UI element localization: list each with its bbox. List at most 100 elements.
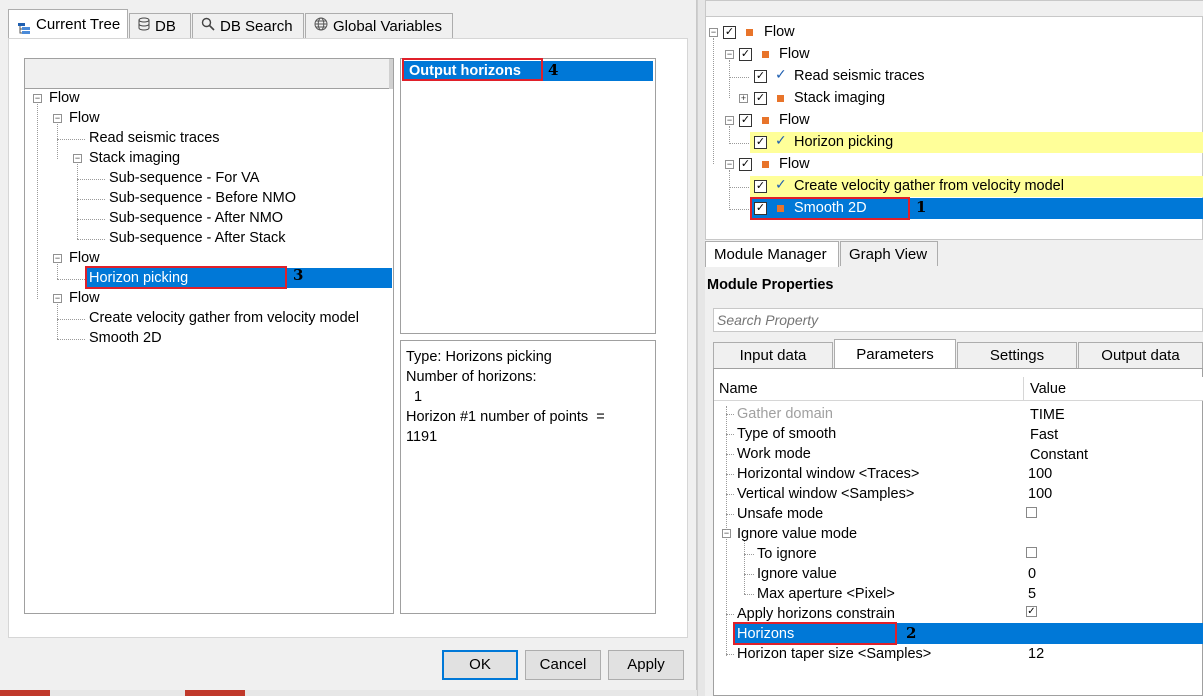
tree-item-subsequence[interactable]: Sub-sequence - After NMO <box>109 208 283 228</box>
tree-item-subsequence[interactable]: Sub-sequence - For VA <box>109 168 259 188</box>
prop-value-work-mode[interactable]: Constant <box>1030 445 1088 465</box>
tree-item-subsequence[interactable]: Sub-sequence - Before NMO <box>109 188 296 208</box>
prop-value-vertical-window[interactable]: 100 <box>1028 484 1052 504</box>
unsafe-mode-checkbox[interactable] <box>1026 507 1037 518</box>
flow-c-checkbox[interactable]: ✓ <box>739 158 752 171</box>
column-header-name[interactable]: Name <box>719 381 758 397</box>
tree-header-divider <box>389 59 393 89</box>
prop-value-gather-domain[interactable]: TIME <box>1030 405 1065 425</box>
globe-icon <box>314 14 328 39</box>
tree-item-flow-2[interactable]: Flow <box>69 248 100 268</box>
expand-toggle[interactable]: − <box>725 116 734 125</box>
prop-name-horizontal-window: Horizontal window <Traces> <box>737 466 920 482</box>
tree-item-read-seismic[interactable]: Read seismic traces <box>89 128 220 148</box>
tab-db-search[interactable]: DB Search <box>192 13 304 39</box>
check-icon: ✓ <box>775 176 787 192</box>
prop-value-horizon-taper-size[interactable]: 12 <box>1028 644 1044 664</box>
annotation-marker-4: 4 <box>548 61 559 79</box>
horizon-picking-checkbox[interactable]: ✓ <box>754 136 767 149</box>
flow-a-checkbox[interactable]: ✓ <box>739 48 752 61</box>
tab-module-manager[interactable]: Module Manager <box>705 241 839 267</box>
expand-toggle[interactable]: + <box>739 94 748 103</box>
tab-db[interactable]: DB <box>129 13 191 39</box>
apply-horizons-constrain-checkbox[interactable]: ✓ <box>1026 606 1037 617</box>
tab-global-variables[interactable]: Global Variables <box>305 13 453 39</box>
tab-graph-view[interactable]: Graph View <box>840 241 938 266</box>
tab-settings[interactable]: Settings <box>957 342 1077 368</box>
create-velocity-checkbox[interactable]: ✓ <box>754 180 767 193</box>
tree-icon <box>17 18 31 34</box>
tab-output-data[interactable]: Output data <box>1078 342 1203 368</box>
tab-label: Input data <box>739 347 807 364</box>
check-icon: ✓ <box>775 66 787 82</box>
prop-name-to-ignore: To ignore <box>757 546 817 562</box>
expand-toggle[interactable]: − <box>33 94 42 103</box>
module-icon <box>777 95 784 102</box>
prop-name-apply-horizons-constrain: Apply horizons constrain <box>737 606 895 622</box>
module-icon <box>762 51 769 58</box>
expand-toggle[interactable]: − <box>725 50 734 59</box>
info-points-label: Horizon #1 number of points = <box>406 409 605 425</box>
prop-value-ignore-value[interactable]: 0 <box>1028 564 1036 584</box>
stack-imaging-checkbox[interactable]: ✓ <box>754 92 767 105</box>
prop-name-unsafe-mode: Unsafe mode <box>737 506 824 522</box>
flow-tree-item-read-seismic[interactable]: Read seismic traces <box>794 66 925 86</box>
to-ignore-checkbox[interactable] <box>1026 547 1037 558</box>
annotation-marker-1: 1 <box>916 198 927 216</box>
annotation-marker-3: 3 <box>293 266 304 284</box>
prop-name-ignore-value-mode: Ignore value mode <box>737 526 858 542</box>
prop-value-max-aperture[interactable]: 5 <box>1028 584 1036 604</box>
flow-tree-item-create-velocity[interactable]: Create velocity gather from velocity mod… <box>794 176 1064 196</box>
tree-item-flow-1[interactable]: Flow <box>69 108 100 128</box>
flow-b-checkbox[interactable]: ✓ <box>739 114 752 127</box>
taskbar-strip <box>0 690 697 696</box>
column-header-value[interactable]: Value <box>1030 381 1066 397</box>
tree-dialog: Current Tree DB DB Search Global Variabl… <box>0 0 697 696</box>
expand-toggle[interactable]: − <box>53 254 62 263</box>
prop-value-type-of-smooth[interactable]: Fast <box>1030 425 1058 445</box>
tree-item-flow-3[interactable]: Flow <box>69 288 100 308</box>
tab-parameters[interactable]: Parameters <box>834 339 956 368</box>
tab-current-tree[interactable]: Current Tree <box>8 9 128 38</box>
flow-tree-item-flow-c[interactable]: Flow <box>779 154 810 174</box>
prop-name-ignore-value: Ignore value <box>757 566 837 582</box>
prop-name-type-of-smooth: Type of smooth <box>737 426 837 442</box>
search-property-input[interactable] <box>713 308 1203 332</box>
tab-input-data[interactable]: Input data <box>713 342 833 368</box>
expand-toggle[interactable]: − <box>709 28 718 37</box>
tab-label: Current Tree <box>36 15 121 33</box>
flow-root-checkbox[interactable]: ✓ <box>723 26 736 39</box>
expand-toggle[interactable]: − <box>53 294 62 303</box>
tab-label: Graph View <box>849 245 928 263</box>
read-seismic-checkbox[interactable]: ✓ <box>754 70 767 83</box>
tab-label: Settings <box>989 347 1045 364</box>
info-horizon-count-label: Number of horizons: <box>406 369 537 385</box>
tab-label: Output data <box>1101 347 1180 364</box>
expand-toggle[interactable]: − <box>722 529 731 538</box>
apply-button[interactable]: Apply <box>608 650 684 680</box>
flow-tree-item-horizon-picking[interactable]: Horizon picking <box>794 132 893 152</box>
annotation-box-2 <box>733 622 897 645</box>
flow-tree-item-flow-a[interactable]: Flow <box>779 44 810 64</box>
tree-item-create-velocity[interactable]: Create velocity gather from velocity mod… <box>89 308 359 328</box>
tree-item-stack-imaging[interactable]: Stack imaging <box>89 148 180 168</box>
tab-label: Global Variables <box>333 18 442 35</box>
expand-toggle[interactable]: − <box>53 114 62 123</box>
tab-label: DB <box>155 18 176 35</box>
prop-name-work-mode: Work mode <box>737 446 811 462</box>
tree-item-subsequence[interactable]: Sub-sequence - After Stack <box>109 228 286 248</box>
tree-item-smooth-2d[interactable]: Smooth 2D <box>89 328 162 348</box>
info-type: Type: Horizons picking <box>406 349 552 365</box>
tree-item-flow-root[interactable]: Flow <box>49 88 80 108</box>
ok-button[interactable]: OK <box>442 650 518 680</box>
expand-toggle[interactable]: − <box>73 154 82 163</box>
flow-tree-item-root[interactable]: Flow <box>764 22 795 42</box>
flow-tree-item-flow-b[interactable]: Flow <box>779 110 810 130</box>
cancel-button[interactable]: Cancel <box>525 650 601 680</box>
module-icon <box>746 29 753 36</box>
expand-toggle[interactable]: − <box>725 160 734 169</box>
prop-value-horizontal-window[interactable]: 100 <box>1028 464 1052 484</box>
flow-tree-item-stack-imaging[interactable]: Stack imaging <box>794 88 885 108</box>
output-list-panel[interactable]: Output horizons <box>400 58 656 334</box>
prop-name-gather-domain: Gather domain <box>737 406 833 422</box>
